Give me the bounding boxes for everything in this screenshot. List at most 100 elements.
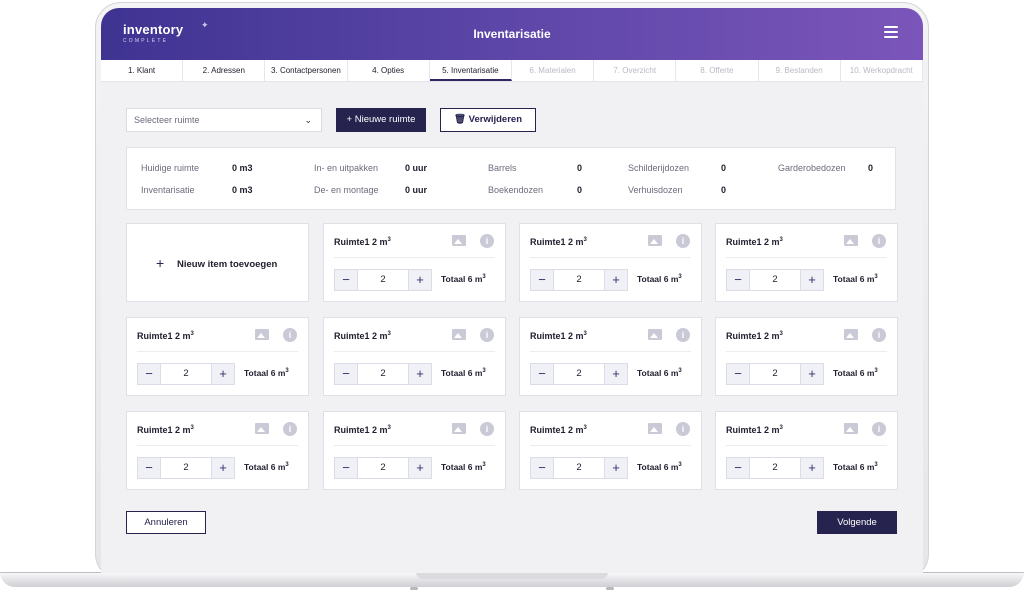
quantity-field[interactable]: 2 xyxy=(553,364,605,384)
item-card: Ruimte1 2 m3 i −2 + Totaal 6 m3 xyxy=(126,411,309,490)
quantity-stepper: −2 + xyxy=(137,363,235,385)
increment-button[interactable]: + xyxy=(801,364,823,384)
info-icon[interactable]: i xyxy=(676,328,690,342)
image-icon[interactable] xyxy=(452,329,466,340)
laptop-mockup: inventory COMPLETE ✦ Inventarisatie 1. K… xyxy=(0,0,1024,595)
info-icon[interactable]: i xyxy=(283,328,297,342)
step-tab[interactable]: 6. Materialen xyxy=(512,60,595,81)
image-icon[interactable] xyxy=(452,423,466,434)
new-room-button[interactable]: + Nieuwe ruimte xyxy=(336,108,426,132)
info-icon[interactable]: i xyxy=(676,422,690,436)
divider xyxy=(726,351,887,352)
step-tab[interactable]: 8. Offerte xyxy=(676,60,759,81)
quantity-field[interactable]: 2 xyxy=(357,458,409,478)
quantity-field[interactable]: 2 xyxy=(357,364,409,384)
item-total: Totaal 6 m3 xyxy=(637,368,682,378)
stat-value: 0 xyxy=(721,163,727,173)
stat-value: 0 xyxy=(868,163,874,173)
stat-value: 0 uur xyxy=(405,185,428,195)
next-button[interactable]: Volgende xyxy=(817,511,897,534)
quantity-field[interactable]: 2 xyxy=(357,270,409,290)
step-tab[interactable]: 2. Adressen xyxy=(183,60,266,81)
decrement-button[interactable]: − xyxy=(727,364,749,384)
info-icon[interactable]: i xyxy=(480,234,494,248)
room-select-placeholder: Selecteer ruimte xyxy=(134,115,200,125)
image-icon[interactable] xyxy=(648,235,662,246)
info-icon[interactable]: i xyxy=(480,328,494,342)
stat-label: Huidige ruimte xyxy=(141,163,200,173)
step-tab[interactable]: 1. Klant xyxy=(101,60,184,81)
increment-button[interactable]: + xyxy=(212,364,234,384)
quantity-field[interactable]: 2 xyxy=(749,364,801,384)
decrement-button[interactable]: − xyxy=(531,364,553,384)
increment-button[interactable]: + xyxy=(605,364,627,384)
room-select[interactable]: Selecteer ruimte ⌄ xyxy=(126,108,322,132)
decrement-button[interactable]: − xyxy=(335,458,357,478)
info-icon[interactable]: i xyxy=(283,422,297,436)
image-icon[interactable] xyxy=(648,329,662,340)
quantity-field[interactable]: 2 xyxy=(553,270,605,290)
stat-label: De- en montage xyxy=(314,185,379,195)
increment-button[interactable]: + xyxy=(605,458,627,478)
decrement-button[interactable]: − xyxy=(727,458,749,478)
item-total: Totaal 6 m3 xyxy=(637,274,682,284)
increment-button[interactable]: + xyxy=(801,270,823,290)
item-card: Ruimte1 2 m3 i −2 + Totaal 6 m3 xyxy=(323,223,506,302)
decrement-button[interactable]: − xyxy=(335,270,357,290)
increment-button[interactable]: + xyxy=(409,458,431,478)
increment-button[interactable]: + xyxy=(605,270,627,290)
quantity-stepper: −2 + xyxy=(726,363,824,385)
step-tab[interactable]: 4. Opties xyxy=(348,60,430,81)
divider xyxy=(137,445,298,446)
app-screen: inventory COMPLETE ✦ Inventarisatie 1. K… xyxy=(101,8,923,573)
increment-button[interactable]: + xyxy=(212,458,234,478)
step-tab[interactable]: 9. Bestanden xyxy=(759,60,841,81)
image-icon[interactable] xyxy=(255,329,269,340)
item-title: Ruimte1 2 m3 xyxy=(726,425,783,435)
quantity-field[interactable]: 2 xyxy=(749,270,801,290)
info-icon[interactable]: i xyxy=(872,328,886,342)
info-icon[interactable]: i xyxy=(872,234,886,248)
decrement-button[interactable]: − xyxy=(138,458,160,478)
info-icon[interactable]: i xyxy=(480,422,494,436)
image-icon[interactable] xyxy=(648,423,662,434)
decrement-button[interactable]: − xyxy=(138,364,160,384)
divider xyxy=(334,445,495,446)
add-item-card[interactable]: + Nieuw item toevoegen xyxy=(126,223,309,302)
quantity-field[interactable]: 2 xyxy=(160,458,212,478)
laptop-foot xyxy=(410,587,418,590)
decrement-button[interactable]: − xyxy=(727,270,749,290)
image-icon[interactable] xyxy=(844,235,858,246)
step-tab[interactable]: 3. Contactpersonen xyxy=(265,60,348,81)
cancel-button[interactable]: Annuleren xyxy=(126,511,206,534)
increment-button[interactable]: + xyxy=(409,364,431,384)
delete-button[interactable]: 🗑 Verwijderen xyxy=(440,108,536,132)
stat-value: 0 xyxy=(721,185,727,195)
step-tab[interactable]: 10. Werkopdracht xyxy=(841,60,923,81)
decrement-button[interactable]: − xyxy=(531,458,553,478)
quantity-field[interactable]: 2 xyxy=(749,458,801,478)
image-icon[interactable] xyxy=(844,423,858,434)
image-icon[interactable] xyxy=(452,235,466,246)
quantity-stepper: −2 + xyxy=(137,457,235,479)
image-icon[interactable] xyxy=(844,329,858,340)
item-total: Totaal 6 m3 xyxy=(637,462,682,472)
item-card: Ruimte1 2 m3 i −2 + Totaal 6 m3 xyxy=(715,317,898,396)
info-icon[interactable]: i xyxy=(676,234,690,248)
info-icon[interactable]: i xyxy=(872,422,886,436)
quantity-field[interactable]: 2 xyxy=(160,364,212,384)
quantity-field[interactable]: 2 xyxy=(553,458,605,478)
decrement-button[interactable]: − xyxy=(531,270,553,290)
image-icon[interactable] xyxy=(255,423,269,434)
item-total: Totaal 6 m3 xyxy=(244,368,289,378)
hamburger-icon[interactable] xyxy=(884,26,898,38)
divider xyxy=(334,351,495,352)
increment-button[interactable]: + xyxy=(409,270,431,290)
item-total: Totaal 6 m3 xyxy=(244,462,289,472)
stat-value: 0 m3 xyxy=(232,163,253,173)
step-tab[interactable]: 5. Inventarisatie xyxy=(429,60,512,81)
step-tab[interactable]: 7. Overzicht xyxy=(594,60,677,81)
increment-button[interactable]: + xyxy=(801,458,823,478)
divider xyxy=(726,445,887,446)
decrement-button[interactable]: − xyxy=(335,364,357,384)
